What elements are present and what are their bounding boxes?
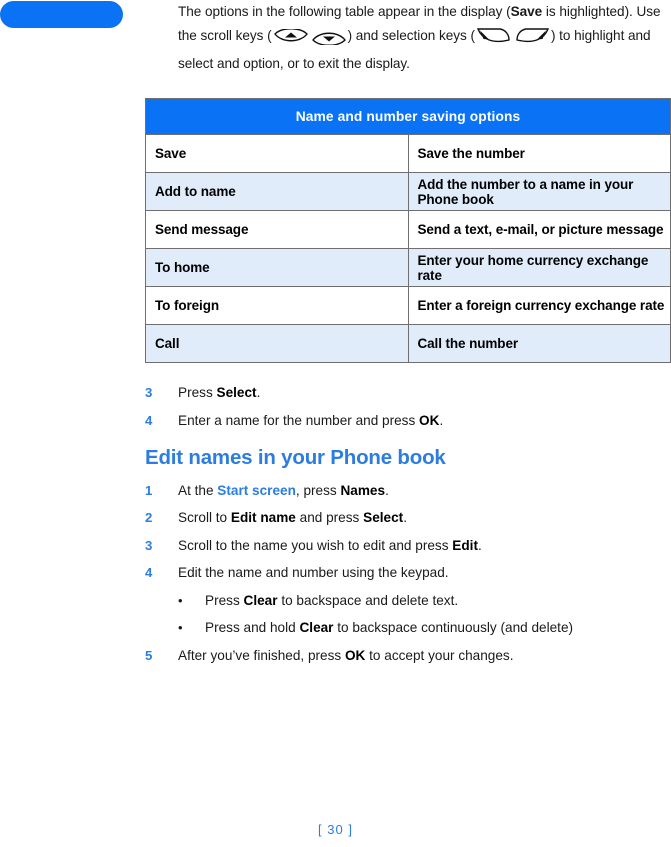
step-bold-select: Select [363, 510, 404, 525]
step-text: Scroll to the name you wish to edit and … [178, 537, 453, 553]
table-row: Send message Send a text, e-mail, or pic… [145, 210, 671, 249]
step-item: 3 Scroll to the name you wish to edit and… [145, 536, 671, 555]
table-cell-description: Add the number to a name in your Phone b… [407, 172, 671, 211]
bullet-dot-icon: • [178, 620, 183, 635]
table-cell-option: To foreign [145, 286, 409, 325]
step-item: 3 Press Select. [145, 383, 671, 402]
table-cell-option: Save [145, 134, 409, 173]
step-bold-ok: OK [419, 412, 440, 428]
step-bold-edit: Edit [452, 537, 478, 553]
step-text-2: , press [295, 482, 341, 498]
step-text-end: . [256, 385, 261, 400]
intro-section: The options in the following table appea… [145, 0, 671, 76]
bullet-item: • Press Clear to backspace and delete tex… [145, 591, 671, 610]
step-bold-names: Names [340, 482, 386, 498]
table-cell-option: To home [145, 248, 409, 287]
step-number: 3 [145, 537, 153, 553]
step-number: 5 [145, 647, 153, 663]
step-text-end: . [439, 412, 444, 428]
step-number: 1 [145, 482, 153, 498]
page-number: [ 30 ] [318, 822, 353, 837]
step-text: Enter a name for the number and press [178, 412, 420, 428]
table-cell-description: Enter your home currency exchange rate [407, 248, 671, 287]
step-item: 4 Enter a name for the number and press O… [145, 411, 671, 430]
right-selection-key-icon [514, 27, 550, 53]
step-number: 2 [145, 510, 153, 525]
link-start-screen[interactable]: Start screen [217, 483, 296, 498]
step-text: Press [178, 385, 217, 400]
intro-bold-save: Save [510, 4, 543, 19]
table-cell-description: Save the number [407, 134, 671, 173]
bullet-dot-icon: • [178, 592, 183, 608]
step-text: Edit the name and number using the keypa… [178, 565, 449, 580]
step-text: At the [178, 482, 218, 498]
table-body: Save Save the number Add to name Add the… [145, 134, 671, 363]
step-text-end: . [477, 537, 482, 553]
intro-paragraph: The options in the following table appea… [145, 0, 671, 76]
table-header-title: Name and number saving options [145, 98, 671, 135]
table-cell-description: Send a text, e-mail, or picture message [407, 210, 671, 249]
table-cell-description: Call the number [407, 324, 671, 363]
table-cell-option: Add to name [145, 172, 409, 211]
bullet-text: Press [205, 592, 244, 608]
name-number-saving-options-table: Name and number saving options Save Save… [145, 98, 671, 363]
scroll-down-key-icon [311, 29, 347, 53]
step-item: 4 Edit the name and number using the keyp… [145, 563, 671, 582]
table-cell-option: Call [145, 324, 409, 363]
step-text-end: . [403, 510, 407, 525]
step-bold-edit-name: Edit name [230, 510, 296, 525]
bullet-bold-clear: Clear [299, 620, 334, 635]
section-heading: Edit names in your Phone book [145, 445, 446, 469]
table-header-row: Name and number saving options [145, 98, 671, 135]
bullet-text-end: to backspace continuously (and delete) [333, 620, 574, 635]
bullet-text-end: to backspace and delete text. [277, 592, 459, 608]
table-row: Add to name Add the number to a name in … [145, 172, 671, 211]
table-cell-description: Enter a foreign currency exchange rate [407, 286, 671, 325]
table-row: Call Call the number [145, 324, 671, 363]
step-item: 2 Scroll to Edit name and press Select. [145, 508, 671, 527]
step-item: 5 After you’ve finished, press OK to acce… [145, 646, 671, 665]
step-text-end: to accept your changes. [365, 647, 514, 663]
step-text: After you’ve finished, press [178, 647, 345, 663]
bullet-item: • Press and hold Clear to backspace conti… [145, 618, 671, 637]
table-row: To foreign Enter a foreign currency exch… [145, 286, 671, 325]
step-item: 1 At the Start screen, press Names. [145, 481, 671, 500]
left-selection-key-icon [476, 27, 512, 53]
bullet-bold-clear: Clear [243, 592, 278, 608]
procedure-section: 3 Press Select. 4 Enter a name for the num… [145, 383, 671, 673]
step-number: 4 [145, 412, 153, 428]
step-number: 4 [145, 565, 153, 580]
bullet-text: Press and hold [205, 620, 300, 635]
table-cell-option: Send message [145, 210, 409, 249]
step-bold-select: Select [216, 385, 257, 400]
step-text: Scroll to [178, 510, 231, 525]
table-row: To home Enter your home currency exchang… [145, 248, 671, 287]
intro-text-part1: The options in the following table appea… [178, 4, 511, 19]
step-text-2: and press [295, 510, 364, 525]
step-number: 3 [145, 385, 153, 400]
corner-tab [0, 1, 123, 28]
step-bold-ok: OK [344, 647, 366, 663]
step-text-end: . [385, 482, 389, 498]
scroll-up-key-icon [273, 27, 309, 53]
table-row: Save Save the number [145, 134, 671, 173]
intro-text-part3: ) and selection keys ( [347, 27, 475, 43]
